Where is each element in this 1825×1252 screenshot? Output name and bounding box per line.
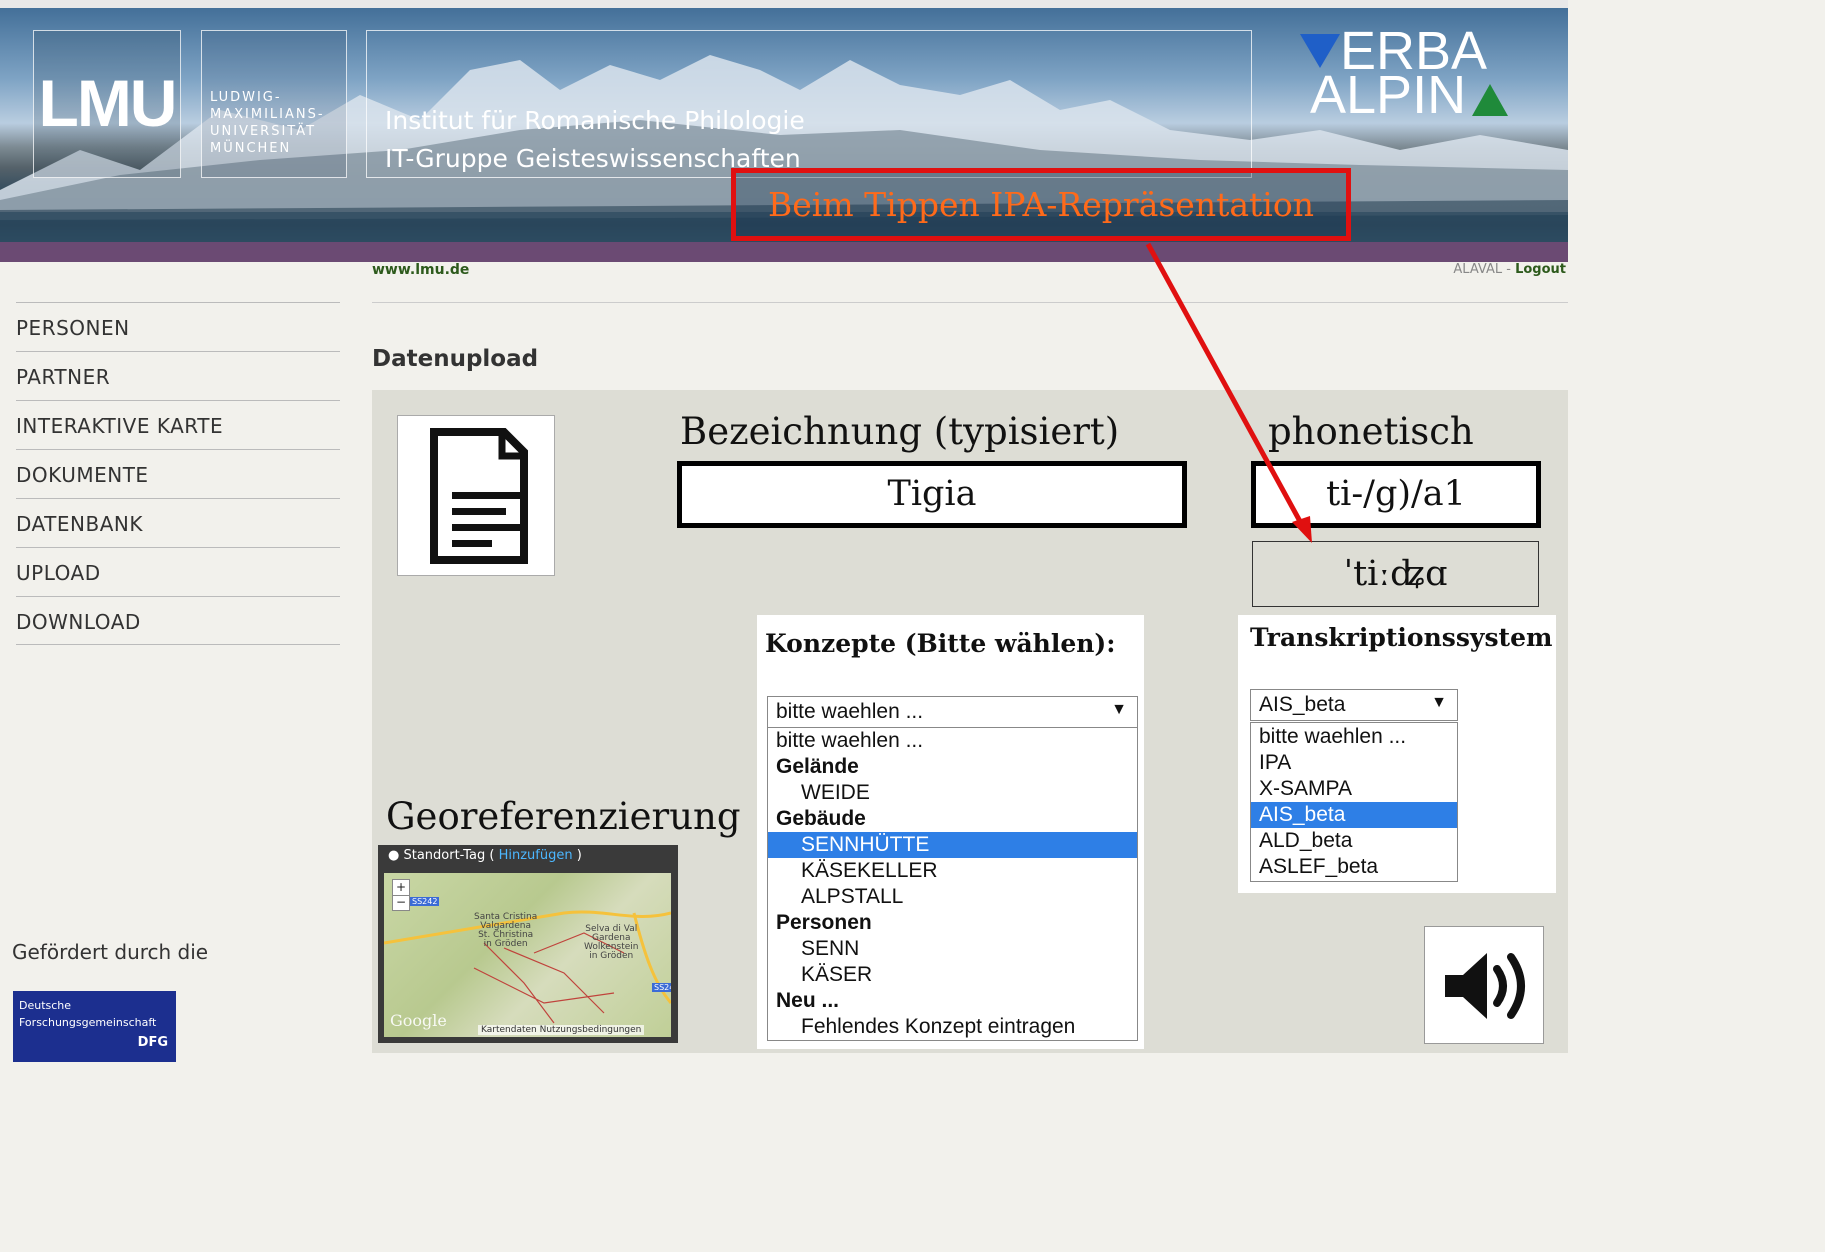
user-separator: -: [1502, 262, 1516, 277]
dfg-logo-line1: Deutsche: [19, 999, 72, 1012]
add-paren-open: (: [489, 848, 499, 863]
concept-option[interactable]: ALPSTALL: [768, 884, 1137, 910]
document-icon: [430, 428, 528, 564]
lmu-logo-text: LMU: [38, 66, 178, 140]
lmu-logo[interactable]: LMU: [33, 30, 181, 178]
location-pin-icon: ●: [388, 848, 400, 863]
dfg-logo-abbr: DFG: [137, 1035, 168, 1050]
sidebar-item-dokumente[interactable]: DOKUMENTE: [16, 449, 340, 497]
logo-text-alpin: ALPIN: [1310, 65, 1467, 125]
concept-group: Gebäude: [776, 807, 866, 830]
transcription-select-value: AIS_beta: [1259, 693, 1346, 716]
map-zoom-out[interactable]: −: [392, 895, 410, 911]
header-divider: [372, 302, 1568, 303]
transcription-option-selected[interactable]: AIS_beta: [1251, 802, 1457, 828]
sidebar-item-datenbank[interactable]: DATENBANK: [16, 498, 340, 546]
concept-group: Neu ...: [776, 989, 840, 1012]
lmu-word-4: MÜNCHEN: [210, 141, 292, 156]
transcription-title: Transkriptionssystem: [1250, 623, 1553, 652]
chevron-down-icon[interactable]: ▼: [1111, 701, 1127, 719]
designation-label: Bezeichnung (typisiert): [680, 410, 1120, 453]
location-tag-label: Standort-Tag: [403, 848, 486, 863]
sidebar-item-interaktive-karte[interactable]: INTERAKTIVE KARTE: [16, 400, 340, 448]
institute-name: Institut für Romanische Philologie: [385, 106, 805, 135]
top-strip: [0, 0, 1568, 8]
concept-option[interactable]: KÄSER: [768, 962, 1137, 988]
concepts-panel: Konzepte (Bitte wählen): bitte waehlen .…: [757, 615, 1144, 1049]
road-label: SS242: [410, 897, 440, 906]
concept-group: Personen: [776, 911, 872, 934]
lmu-word-2: MAXIMILIANS-: [210, 107, 325, 122]
sidebar-item-download[interactable]: DOWNLOAD: [16, 596, 340, 644]
speaker-icon: [1445, 953, 1525, 1019]
lmu-wordmark: LUDWIG- MAXIMILIANS- UNIVERSITÄT MÜNCHEN: [201, 30, 347, 178]
transcription-panel: Transkriptionssystem AIS_beta ▼ bitte wa…: [1238, 615, 1556, 893]
road-label: SS24: [652, 983, 671, 992]
dfg-logo[interactable]: Deutsche Forschungsgemeinschaft DFG: [13, 991, 176, 1062]
document-icon-button[interactable]: [397, 415, 555, 576]
map-footer: Kartendaten Nutzungsbedingungen: [478, 1025, 645, 1035]
annotation-callout-text: Beim Tippen IPA-Repräsentation: [768, 185, 1314, 224]
chevron-down-icon[interactable]: ▼: [1431, 694, 1447, 712]
concept-option[interactable]: WEIDE: [768, 780, 1137, 806]
sidebar-divider: [16, 644, 340, 645]
transcription-option[interactable]: X-SAMPA: [1251, 776, 1457, 802]
transcription-select[interactable]: AIS_beta ▼: [1250, 689, 1458, 721]
verba-alpina-logo[interactable]: ERBA ALPIN: [1300, 24, 1520, 126]
sidebar-item-partner[interactable]: PARTNER: [16, 351, 340, 399]
site-link[interactable]: www.lmu.de: [372, 262, 469, 278]
transcription-option[interactable]: ALD_beta: [1251, 828, 1457, 854]
map-header: ● Standort-Tag ( Hinzufügen ): [388, 848, 582, 863]
purple-strip: [0, 242, 1568, 262]
transcription-option[interactable]: IPA: [1251, 750, 1457, 776]
map-place-label: Santa Cristina Valgardena St. Christina …: [474, 913, 537, 949]
transcription-option[interactable]: bitte waehlen ...: [1251, 724, 1457, 750]
annotation-callout: Beim Tippen IPA-Repräsentation: [731, 168, 1351, 241]
ipa-preview: ˈtiːʥɑ: [1252, 541, 1539, 607]
concept-option[interactable]: SENN: [768, 936, 1137, 962]
concept-option[interactable]: KÄSEKELLER: [768, 858, 1137, 884]
funding-note: Gefördert durch die: [12, 940, 209, 964]
concept-option[interactable]: Fehlendes Konzept eintragen: [768, 1014, 1137, 1040]
concepts-options[interactable]: bitte waehlen ... Gelände WEIDE Gebäude …: [767, 727, 1138, 1041]
page-title: Datenupload: [372, 346, 539, 372]
concepts-title: Konzepte (Bitte wählen):: [765, 629, 1116, 658]
map-brand: Google: [390, 1011, 447, 1030]
map-widget: ● Standort-Tag ( Hinzufügen ) + − SS242 …: [378, 845, 678, 1043]
lmu-word-3: UNIVERSITÄT: [210, 124, 317, 139]
designation-input[interactable]: Tigia: [677, 461, 1187, 528]
user-name: ALAVAL: [1453, 262, 1503, 277]
transcription-options[interactable]: bitte waehlen ... IPA X-SAMPA AIS_beta A…: [1250, 722, 1458, 882]
dfg-logo-line2: Forschungsgemeinschaft: [19, 1016, 157, 1029]
place-name: in Gröden: [589, 951, 634, 961]
user-area: ALAVAL - Logout: [1453, 262, 1566, 277]
lmu-wordmark-text: LUDWIG- MAXIMILIANS- UNIVERSITÄT MÜNCHEN: [210, 89, 325, 157]
concepts-select-value: bitte waehlen ...: [776, 700, 924, 723]
map-data-link[interactable]: Kartendaten: [481, 1025, 537, 1035]
header-banner: LMU LUDWIG- MAXIMILIANS- UNIVERSITÄT MÜN…: [0, 0, 1568, 262]
logo-triangle-down: [1300, 34, 1340, 68]
map-view[interactable]: + − SS242 SS24 Santa Cristina Valgardena…: [384, 873, 671, 1037]
audio-button[interactable]: [1424, 926, 1544, 1044]
phonetic-label: phonetisch: [1268, 410, 1474, 453]
map-place-label: Selva di Val Gardena Wolkenstein in Gröd…: [584, 925, 638, 961]
logout-link[interactable]: Logout: [1515, 262, 1566, 277]
sidebar-item-upload[interactable]: UPLOAD: [16, 547, 340, 595]
georef-label: Georeferenzierung: [386, 795, 741, 838]
add-paren-close: ): [572, 848, 582, 863]
map-terms-link[interactable]: Nutzungsbedingungen: [540, 1025, 642, 1035]
concept-option-selected[interactable]: SENNHÜTTE: [768, 832, 1137, 858]
phonetic-input[interactable]: ti-/g)/a1: [1251, 461, 1541, 528]
concepts-select[interactable]: bitte waehlen ... ▼: [767, 696, 1138, 728]
add-location-link[interactable]: Hinzufügen: [499, 848, 573, 863]
concept-group: Gelände: [776, 755, 859, 778]
transcription-option[interactable]: ASLEF_beta: [1251, 854, 1457, 880]
sidebar-item-personen[interactable]: PERSONEN: [16, 302, 340, 350]
logo-triangle-up: [1472, 84, 1508, 116]
lmu-word-1: LUDWIG-: [210, 90, 282, 105]
place-name: in Gröden: [483, 939, 528, 949]
concept-option[interactable]: bitte waehlen ...: [768, 728, 1137, 754]
